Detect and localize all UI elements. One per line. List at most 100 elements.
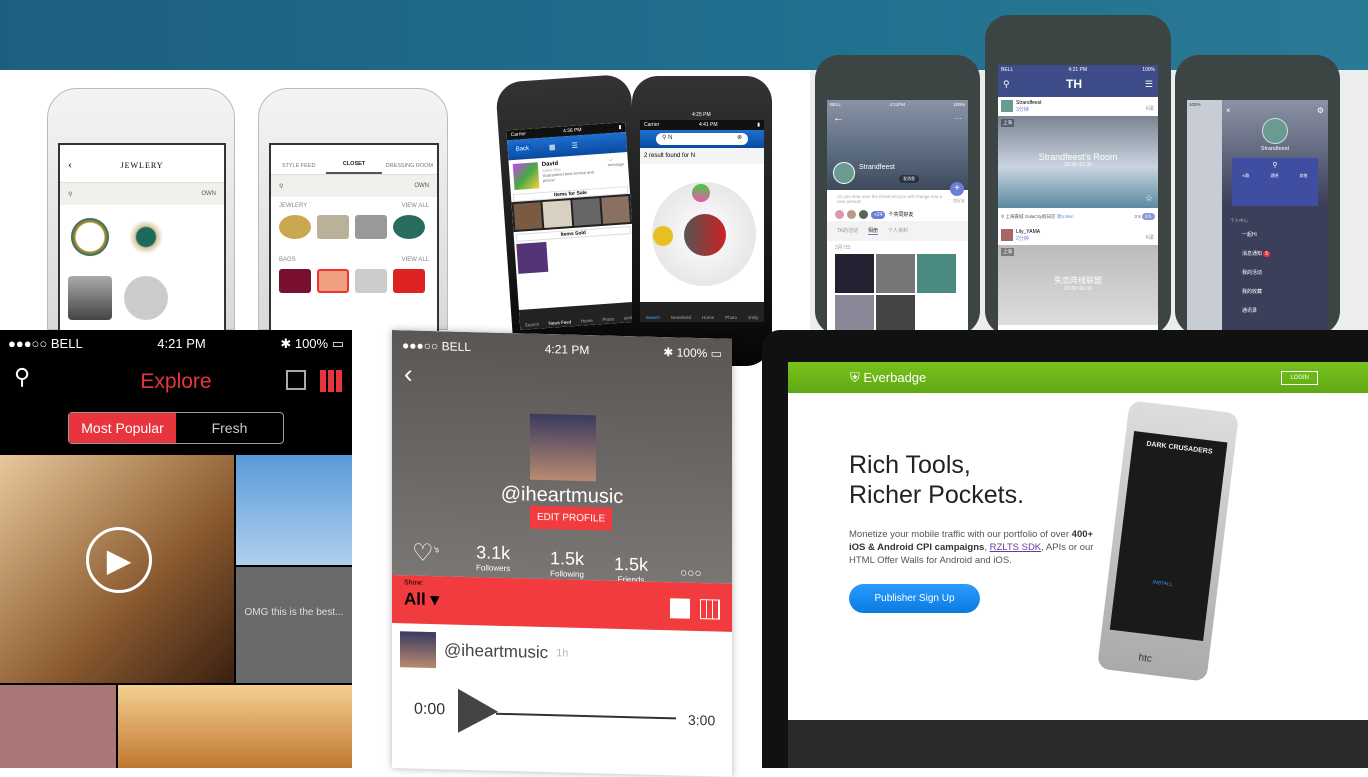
tab-closet[interactable]: CLOSET: [326, 161, 381, 174]
message-button[interactable]: message: [608, 161, 625, 167]
earrings-item[interactable]: [124, 215, 168, 259]
text-label: 上海: [1001, 119, 1014, 127]
text-label: All: [404, 589, 426, 609]
tab-home[interactable]: Home: [702, 315, 714, 320]
view-all-link[interactable]: VIEW ALL: [402, 257, 429, 263]
search-bar[interactable]: ⚲OWN: [60, 183, 224, 205]
login-button[interactable]: LOGIN: [1281, 371, 1318, 385]
play-icon[interactable]: [458, 689, 498, 734]
back-icon[interactable]: ‹: [68, 157, 73, 172]
decorative-element: [271, 211, 437, 243]
join-button[interactable]: 2人: [1142, 213, 1155, 220]
grid-view-icon[interactable]: [700, 599, 720, 620]
radar-view: [652, 182, 756, 286]
menu-item[interactable]: 我的活动: [1242, 264, 1328, 283]
menu-item[interactable]: 消息通知 5: [1242, 245, 1328, 264]
text-label: 's: [434, 545, 440, 554]
tab-profile[interactable]: 个人资料: [888, 227, 908, 235]
decorative-element: ⚲ 上海嘉城 GalaCity假日店 距5.9km3 5 2人: [998, 208, 1158, 226]
list-view-icon[interactable]: [286, 370, 306, 390]
tab-smily[interactable]: smily: [748, 315, 758, 320]
tab-newsfeed[interactable]: Newsfeed: [671, 315, 691, 320]
tab-search[interactable]: Search: [646, 315, 660, 320]
play-icon[interactable]: ▶: [86, 527, 152, 593]
photo-tile[interactable]: [0, 685, 116, 768]
tab-search[interactable]: Search: [525, 322, 540, 328]
progress-track[interactable]: [496, 713, 676, 720]
user-avatar: [513, 162, 540, 190]
back-icon[interactable]: ‹: [404, 358, 413, 389]
text-label: Show:: [404, 579, 423, 587]
tab-dressing-room[interactable]: DRESSING ROOM: [382, 163, 437, 174]
grid-view-icon[interactable]: [320, 370, 342, 392]
menu-icon[interactable]: ☰: [1145, 79, 1153, 90]
close-icon[interactable]: ×: [1226, 106, 1231, 115]
search-icon[interactable]: ⚲: [1003, 79, 1010, 90]
settings-gear-icon[interactable]: ⚙: [1317, 106, 1324, 115]
menu-item[interactable]: 一起Hi: [1242, 226, 1328, 245]
install-button[interactable]: INSTALL: [1116, 575, 1210, 592]
result-avatar[interactable]: [692, 184, 710, 202]
tab-activity[interactable]: TA的活动: [837, 227, 858, 235]
quick-bar[interactable]: 酒吧: [1270, 173, 1278, 179]
decorative-element: ▮: [757, 122, 760, 128]
back-arrow-icon[interactable]: ←: [833, 112, 844, 124]
tab-photo[interactable]: Photo: [602, 316, 614, 322]
headline: Rich Tools,: [849, 450, 1024, 480]
video-tile[interactable]: ▶: [0, 455, 234, 683]
text-label: OMG this is the best...: [245, 607, 344, 618]
add-friend-button[interactable]: +: [950, 182, 964, 196]
decorative-element: BELL4:21PM100%: [827, 100, 968, 109]
decorative-element: [355, 269, 387, 293]
tab-photo[interactable]: Photo: [725, 315, 737, 320]
publisher-signup-button[interactable]: Publisher Sign Up: [849, 584, 980, 613]
menu-item[interactable]: 我的收藏: [1242, 283, 1328, 302]
avatar: [530, 414, 596, 482]
shield-icon: ⛨: [850, 370, 860, 385]
search-input[interactable]: ⚲ N⊗: [656, 133, 748, 145]
back-button[interactable]: Back: [511, 144, 533, 155]
tab-news-feed[interactable]: News Feed: [548, 319, 571, 326]
search-bar[interactable]: ⚲OWN: [271, 175, 437, 197]
drop-earrings-item[interactable]: [68, 276, 112, 320]
quick-other[interactable]: 其他: [1299, 173, 1307, 179]
text-label: 个共同好友: [888, 211, 913, 218]
result-avatar[interactable]: [653, 226, 673, 246]
laptop-bezel-bottom: [788, 720, 1368, 768]
menu-item[interactable]: 通讯录: [1242, 302, 1328, 321]
view-all-link[interactable]: VIEW ALL: [402, 203, 429, 209]
likes-heart-icon[interactable]: ♡'s: [412, 539, 439, 569]
clear-icon[interactable]: ⊗: [737, 134, 742, 144]
decorative-element: SearchNews FeedHomePhotosmily: [519, 302, 639, 330]
room-card[interactable]: 上海 失恋阵线联盟 20:30~00:30: [998, 245, 1158, 325]
favorite-star-icon[interactable]: ☆: [1145, 193, 1153, 204]
rzlts-sdk-link[interactable]: RZLTS SDK: [990, 542, 1042, 553]
tab-home[interactable]: Home: [581, 318, 593, 324]
tab-album[interactable]: 相册: [868, 227, 878, 235]
segment-fresh[interactable]: Fresh: [176, 413, 283, 443]
room-card[interactable]: 上海 Strandfeest's Room 15:30~21:30 ☆: [998, 116, 1158, 208]
quick-ktv[interactable]: K歌: [1243, 173, 1250, 179]
own-filter[interactable]: OWN: [414, 183, 429, 189]
send-message-button[interactable]: 发消息: [899, 175, 919, 183]
photo-tile[interactable]: [118, 685, 352, 768]
more-icon[interactable]: ···: [954, 114, 962, 123]
grid-view-icon[interactable]: ▦: [549, 143, 556, 151]
necklace-item[interactable]: [68, 215, 112, 259]
text-label: Followers: [476, 563, 510, 573]
quick-actions: ⚲ K歌 酒吧 其他: [1232, 158, 1318, 206]
list-view-icon[interactable]: [670, 598, 690, 619]
bracelet-item[interactable]: [124, 276, 168, 320]
photo-tile[interactable]: [236, 455, 352, 565]
more-options-icon[interactable]: ○○○: [680, 566, 702, 581]
edit-profile-button[interactable]: EDIT PROFILE: [530, 506, 612, 531]
own-filter[interactable]: OWN: [201, 191, 216, 197]
list-view-icon[interactable]: ☰: [571, 141, 578, 149]
show-filter-dropdown[interactable]: All ▾: [404, 589, 439, 610]
search-icon[interactable]: ⚲: [1232, 161, 1318, 169]
result-avatar-main[interactable]: [684, 214, 726, 256]
quote-tile[interactable]: OMG this is the best...: [236, 567, 352, 683]
decorative-element: [279, 269, 311, 293]
segment-most-popular[interactable]: Most Popular: [69, 413, 176, 443]
tab-style-feed[interactable]: STYLE FEED: [271, 163, 326, 174]
